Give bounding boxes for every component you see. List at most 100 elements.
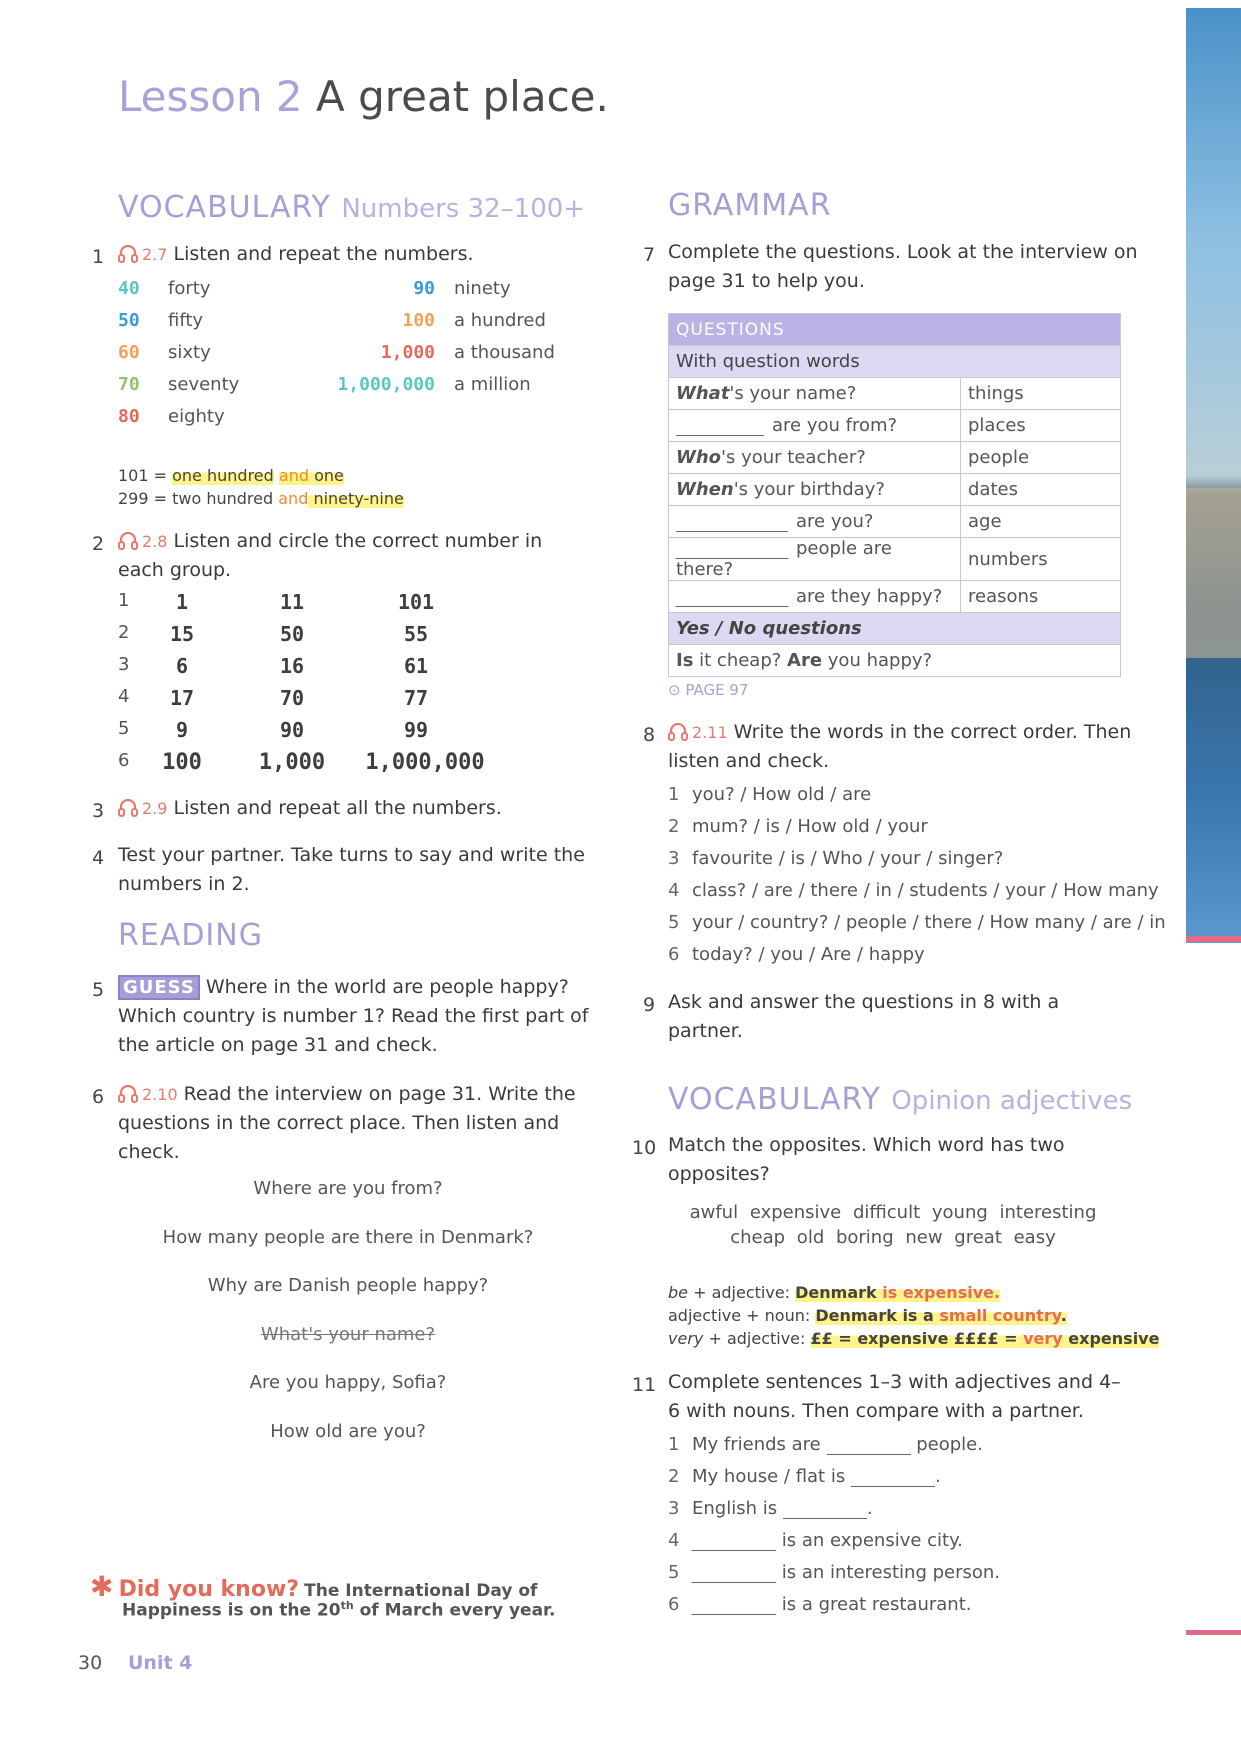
number-digit: 60 (118, 342, 140, 363)
example-299: 299 = two hundred and ninety-nine (118, 489, 404, 508)
vocabulary-heading-label: VOCABULARY (668, 1082, 881, 1117)
number-row: 80 eighty (118, 406, 318, 438)
number-word: sixty (168, 342, 211, 363)
answer-blank[interactable] (692, 1597, 776, 1615)
unit-label: Unit 4 (128, 1652, 193, 1674)
item-pre: My house / flat is (692, 1466, 846, 1487)
question-option[interactable]: Why are Danish people happy? (138, 1275, 558, 1296)
number-digit: 1,000,000 (337, 374, 435, 395)
number-row: 50 fifty (118, 310, 318, 342)
table-row: When's your birthday? dates (668, 473, 1121, 506)
item-post: . (934, 1466, 941, 1487)
example-prefix: 299 = two hundred (118, 489, 279, 508)
option-a[interactable]: 1 (142, 590, 222, 614)
question-category: dates (960, 473, 1121, 506)
option-b[interactable]: 16 (252, 654, 332, 678)
rule-text: + adjective: (688, 1283, 796, 1302)
answer-blank[interactable] (692, 1565, 776, 1583)
reading-heading: READING (118, 918, 263, 953)
yn-rest: it cheap? (693, 650, 788, 671)
rule-keyword: be (668, 1283, 688, 1302)
group-number: 1 (118, 590, 130, 611)
example-highlight: one hundred (172, 466, 274, 485)
list-item: 1 you? / How old / are (668, 784, 1166, 816)
group-row: 2 15 50 55 (118, 622, 538, 654)
headphones-icon[interactable]: 2.7 (118, 244, 167, 264)
number-digit: 50 (118, 310, 140, 331)
option-b[interactable]: 11 (252, 590, 332, 614)
item-post: is a great restaurant. (781, 1594, 972, 1615)
question-option[interactable]: How many people are there in Denmark? (138, 1227, 558, 1248)
lesson-title: Lesson 2 A great place. (118, 72, 609, 121)
question-option[interactable]: Where are you from? (138, 1178, 558, 1199)
fact-text-b: of March every year. (353, 1600, 556, 1621)
list-item: 4 class? / are / there / in / students / … (668, 880, 1166, 912)
exercise-3-instruction: 2.9 Listen and repeat all the numbers. (118, 794, 502, 823)
option-c[interactable]: 101 (376, 590, 456, 614)
table-subheader: With question words (668, 345, 1121, 378)
option-b[interactable]: 1,000 (232, 750, 352, 775)
yn-verb: Is (676, 650, 694, 671)
number-digit: 90 (413, 278, 435, 299)
option-a[interactable]: 6 (142, 654, 222, 678)
answer-blank[interactable] (782, 1501, 867, 1519)
vocabulary-heading: VOCABULARY Numbers 32–100+ (118, 190, 585, 225)
number-word: fifty (168, 310, 204, 331)
exercise-number: 8 (643, 724, 656, 746)
option-a[interactable]: 9 (142, 718, 222, 742)
answer-blank[interactable] (850, 1469, 935, 1487)
exercise-4-instruction: Test your partner. Take turns to say and… (118, 844, 585, 895)
audio-track: 2.10 (142, 1085, 178, 1104)
exercise-number: 10 (632, 1137, 657, 1159)
answer-blank[interactable] (676, 589, 788, 607)
table-row: are you? age (668, 505, 1121, 538)
question-category: things (960, 377, 1121, 410)
headphones-icon[interactable]: 2.8 (118, 531, 167, 551)
option-c[interactable]: 1,000,000 (350, 750, 500, 775)
page-reference[interactable]: ⊙ PAGE 97 (668, 681, 748, 699)
option-a[interactable]: 17 (142, 686, 222, 710)
number-word: a million (454, 374, 531, 395)
list-item: 2 mum? / is / How old / your (668, 816, 1166, 848)
item-text: mum? / is / How old / your (692, 816, 928, 837)
exercise-7-instruction: Complete the questions. Look at the inte… (668, 241, 1138, 292)
answer-blank[interactable] (676, 514, 788, 532)
table-row: are you from? places (668, 409, 1121, 442)
numbers-list-right: 90 ninety 100 a hundred 1,000 a thousand 1,… (290, 278, 590, 406)
exercise-10-instruction: Match the opposites. Which word has two … (668, 1134, 1065, 1185)
question-option[interactable]: Are you happy, Sofia? (138, 1372, 558, 1393)
item-number: 2 (668, 816, 680, 837)
group-row: 6 100 1,000 1,000,000 (118, 750, 538, 782)
option-a[interactable]: 15 (142, 622, 222, 646)
answer-blank[interactable] (692, 1533, 776, 1551)
headphones-icon[interactable]: 2.10 (118, 1084, 178, 1104)
table-header: QUESTIONS (668, 313, 1121, 346)
question-word: When (676, 479, 734, 500)
exercise-number: 2 (92, 533, 105, 555)
answer-blank[interactable] (676, 541, 788, 559)
question-word: What (676, 383, 730, 404)
group-number: 4 (118, 686, 130, 707)
headphones-icon[interactable]: 2.11 (668, 722, 728, 742)
word-order-list: 1 you? / How old / are 2 mum? / is / How o… (668, 784, 1166, 976)
answer-blank[interactable] (826, 1437, 911, 1455)
option-a[interactable]: 100 (132, 750, 232, 775)
list-item: 2 My house / flat is . (668, 1466, 1000, 1498)
option-b[interactable]: 90 (252, 718, 332, 742)
headphones-icon[interactable]: 2.9 (118, 798, 167, 818)
option-c[interactable]: 77 (376, 686, 456, 710)
rule-example-end: . (1060, 1306, 1067, 1325)
page-number: 30 (78, 1652, 103, 1674)
option-c[interactable]: 99 (376, 718, 456, 742)
example-and: and (278, 489, 309, 508)
question-option[interactable]: How old are you? (138, 1421, 558, 1442)
option-c[interactable]: 61 (376, 654, 456, 678)
option-b[interactable]: 50 (252, 622, 332, 646)
answer-blank[interactable] (676, 418, 764, 436)
option-c[interactable]: 55 (376, 622, 456, 646)
exercise-number: 11 (632, 1374, 657, 1396)
item-number: 2 (668, 1466, 680, 1487)
exercise-number: 4 (92, 847, 105, 869)
rule-example-highlight: is expensive. (876, 1283, 1001, 1302)
option-b[interactable]: 70 (252, 686, 332, 710)
